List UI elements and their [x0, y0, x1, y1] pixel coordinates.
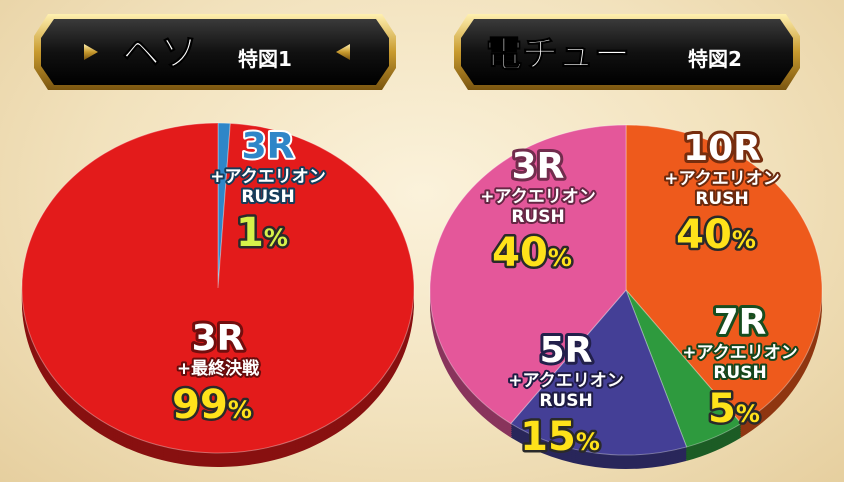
slice-sub-label: +アクエリオン — [682, 343, 797, 363]
pie-chart-2: 10R+アクエリオンRUSH40%7R+アクエリオンRUSH5%5R+アクエリオ… — [429, 124, 823, 469]
header-2-title: 電チュー — [486, 34, 630, 75]
slice-sub-label: +アクエリオン — [664, 169, 779, 189]
slice-sub-label: +アクエリオン — [508, 371, 623, 391]
chart-canvas: ヘソ 特図1 電チュー 特図2 3R+アクエリオンRUSH1%3R+最終決戦99… — [21, 14, 823, 469]
slice-sub-label-2: RUSH — [539, 391, 592, 411]
slice-round-label: 3R — [242, 126, 295, 167]
slice-sub-label: +最終決戦 — [177, 358, 260, 379]
slice-value-unit: % — [228, 396, 252, 424]
pie-charts: 3R+アクエリオンRUSH1%3R+最終決戦99%10R+アクエリオンRUSH4… — [21, 122, 823, 469]
slice-round-label: 5R — [540, 330, 593, 371]
slice-value-unit: % — [736, 400, 760, 428]
slice-round-label: 3R — [512, 146, 565, 187]
slice-value-unit: % — [548, 244, 572, 272]
slice-round-label: 10R — [683, 128, 761, 169]
slice-sub-label-2: RUSH — [713, 363, 766, 383]
slice-value-unit: % — [732, 226, 756, 254]
slice-value-unit: % — [576, 428, 600, 456]
slice-sub-label: +アクエリオン — [210, 167, 325, 187]
slice-sub-label-2: RUSH — [695, 189, 748, 209]
slice-sub-label: +アクエリオン — [480, 187, 595, 207]
slice-sub-label-2: RUSH — [241, 187, 294, 207]
header-1-title: ヘソ — [122, 31, 198, 75]
header-banner-1: ヘソ 特図1 — [34, 14, 396, 90]
slice-sub-label-2: RUSH — [511, 207, 564, 227]
pie-chart-1: 3R+アクエリオンRUSH1%3R+最終決戦99% — [21, 122, 415, 467]
header-1-subtitle: 特図1 — [238, 47, 292, 71]
header-2-subtitle: 特図2 — [688, 47, 742, 71]
slice-value-unit: % — [264, 224, 288, 252]
slice-round-label: 7R — [714, 302, 767, 343]
header-banner-2: 電チュー 特図2 — [454, 14, 800, 90]
slice-round-label: 3R — [192, 318, 245, 359]
